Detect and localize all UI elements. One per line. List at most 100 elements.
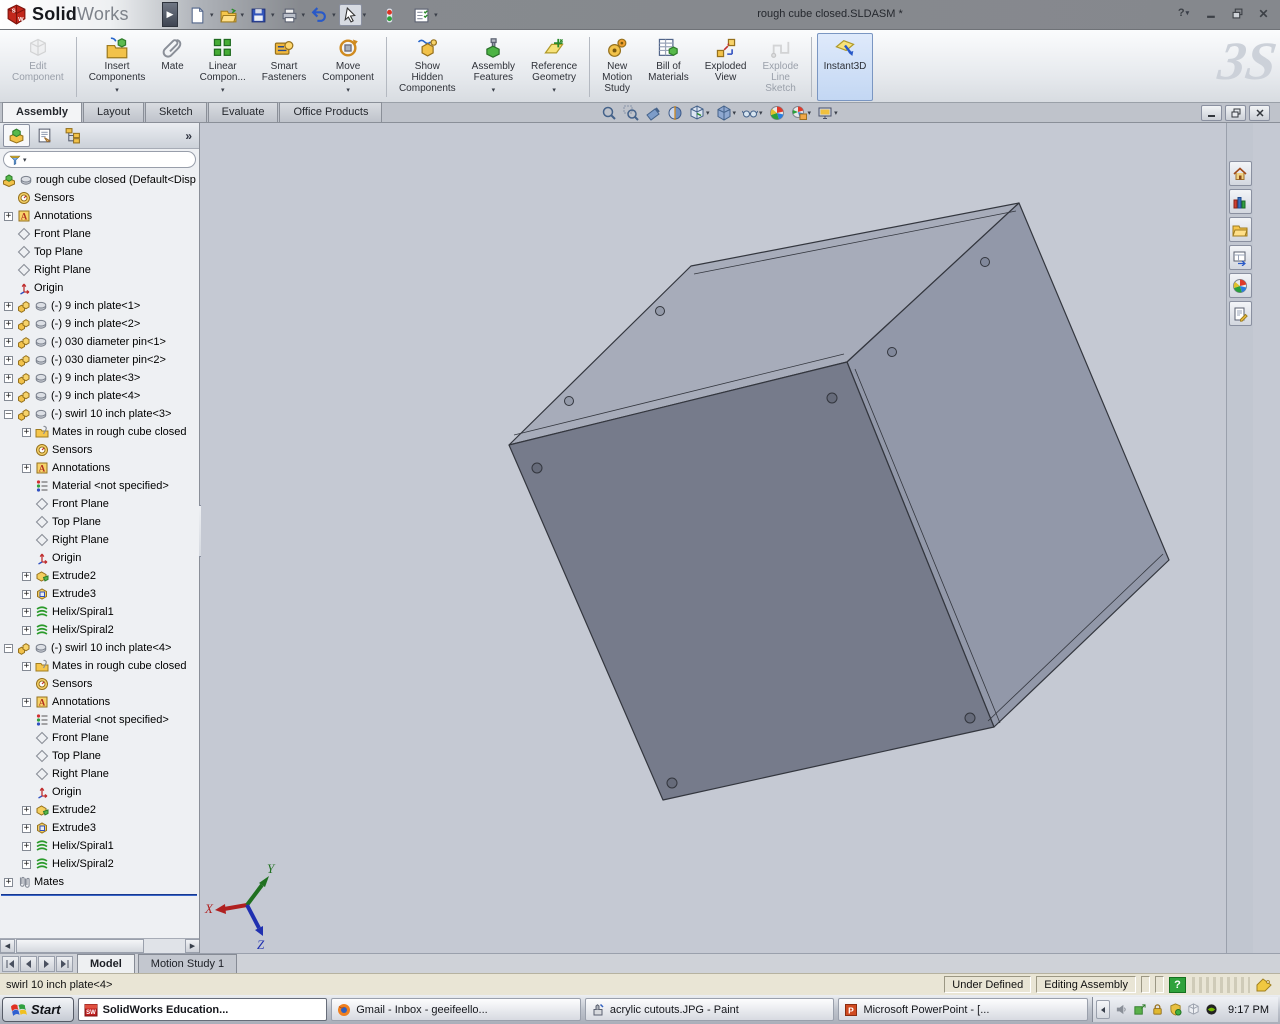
expand-box[interactable]: + <box>22 806 31 815</box>
filter-box[interactable]: ▾ <box>3 151 196 168</box>
tree-item[interactable]: –(-) swirl 10 inch plate<4> <box>0 639 199 657</box>
tree-item[interactable]: +(-) 9 inch plate<4> <box>0 387 199 405</box>
hide-show-items-button[interactable]: ▾ <box>739 104 766 122</box>
expand-box[interactable]: + <box>4 338 13 347</box>
design-checker-dropdown-caret[interactable]: ▾ <box>434 11 438 19</box>
new-motion-study-button[interactable]: NewMotionStudy <box>595 33 639 101</box>
doc-minimize-button[interactable] <box>1201 105 1222 121</box>
reference-geometry-dropdown-caret[interactable]: ▾ <box>552 85 556 96</box>
reference-geometry-button[interactable]: ReferenceGeometry▾ <box>524 33 584 101</box>
tree-item[interactable]: Origin <box>0 279 199 297</box>
property-manager-tab[interactable] <box>31 124 58 147</box>
expand-box[interactable]: + <box>22 824 31 833</box>
rollback-bar[interactable] <box>1 894 197 896</box>
tree-item[interactable]: +Extrude2 <box>0 801 199 819</box>
expand-box[interactable]: + <box>22 572 31 581</box>
cube-icon[interactable] <box>1187 1003 1200 1016</box>
expand-box[interactable]: + <box>22 698 31 707</box>
nvidia-icon[interactable] <box>1205 1003 1218 1016</box>
tree-item[interactable]: Top Plane <box>0 243 199 261</box>
tray-collapse-chevron[interactable] <box>1096 1000 1110 1019</box>
tab-office-products[interactable]: Office Products <box>279 102 382 122</box>
tab-model[interactable]: Model <box>77 954 135 973</box>
tree-item[interactable]: Sensors <box>0 675 199 693</box>
tree-item[interactable]: +Extrude3 <box>0 819 199 837</box>
doc-restore-button[interactable] <box>1225 105 1246 121</box>
panel-horizontal-scrollbar[interactable]: ◀ ▶ <box>0 938 200 953</box>
tree-item[interactable]: +Helix/Spiral2 <box>0 621 199 639</box>
expand-box[interactable]: + <box>22 590 31 599</box>
linear-pattern-button[interactable]: LinearCompon...▾ <box>193 33 253 101</box>
view-palette-tab-button[interactable] <box>1229 245 1252 270</box>
tree-item[interactable]: +Extrude2 <box>0 567 199 585</box>
collapse-box[interactable]: – <box>4 644 13 653</box>
move-component-dropdown-caret[interactable]: ▾ <box>346 85 350 96</box>
tree-item[interactable]: +Helix/Spiral1 <box>0 603 199 621</box>
taskbar-item-firefox[interactable]: Gmail - Inbox - geeifeello... <box>331 998 581 1021</box>
tree-item[interactable]: +Extrude3 <box>0 585 199 603</box>
scroll-thumb[interactable] <box>16 939 144 953</box>
tree-item[interactable]: Sensors <box>0 189 199 207</box>
tab-evaluate[interactable]: Evaluate <box>208 102 279 122</box>
tree-item[interactable]: Origin <box>0 783 199 801</box>
select-cursor-button[interactable] <box>339 4 362 26</box>
view-orientation-button[interactable]: ▾ <box>686 104 713 122</box>
solidworks-resources-tab-button[interactable] <box>1229 161 1252 186</box>
assembly-features-button[interactable]: AssemblyFeatures▾ <box>465 33 522 101</box>
save-dropdown-caret[interactable]: ▾ <box>271 11 275 19</box>
edit-appearance-button[interactable] <box>766 104 788 122</box>
filter-dropdown-caret[interactable]: ▾ <box>23 156 27 164</box>
scroll-right-arrow[interactable]: ▶ <box>185 939 200 953</box>
file-explorer-tab-button[interactable] <box>1229 217 1252 242</box>
zoom-to-area-button[interactable] <box>620 104 642 122</box>
tree-item[interactable]: Front Plane <box>0 729 199 747</box>
model-canvas[interactable]: X Y Z <box>201 123 1253 953</box>
move-component-button[interactable]: MoveComponent▾ <box>315 33 381 101</box>
expand-box[interactable]: + <box>22 608 31 617</box>
expand-box[interactable]: + <box>22 860 31 869</box>
section-view-button[interactable] <box>664 104 686 122</box>
expand-box[interactable]: + <box>22 842 31 851</box>
graphics-viewport[interactable]: X Y Z <box>201 123 1253 953</box>
expand-box[interactable]: + <box>4 392 13 401</box>
tree-item[interactable]: +(-) 030 diameter pin<1> <box>0 333 199 351</box>
view-orientation-dropdown-caret[interactable]: ▾ <box>706 109 710 117</box>
updates-icon[interactable] <box>1133 1003 1146 1016</box>
expand-box[interactable]: + <box>4 356 13 365</box>
new-document-dropdown-caret[interactable]: ▾ <box>210 11 214 19</box>
tree-item[interactable]: Front Plane <box>0 495 199 513</box>
print-dropdown-caret[interactable]: ▾ <box>302 11 306 19</box>
security-shield-icon[interactable] <box>1169 1003 1182 1016</box>
collapse-box[interactable]: – <box>4 410 13 419</box>
previous-sheet-button[interactable] <box>20 956 37 972</box>
configuration-manager-tab[interactable] <box>59 124 86 147</box>
exploded-view-button[interactable]: ExplodedView <box>698 33 754 101</box>
insert-components-button[interactable]: InsertComponents▾ <box>82 33 153 101</box>
minimize-button[interactable] <box>1202 5 1220 21</box>
apply-scene-dropdown-caret[interactable]: ▾ <box>808 109 812 117</box>
display-style-dropdown-caret[interactable]: ▾ <box>733 109 737 117</box>
tree-item[interactable]: +Mates <box>0 873 199 891</box>
tree-item[interactable]: +(-) 030 diameter pin<2> <box>0 351 199 369</box>
taskbar-item-powerpoint[interactable]: PMicrosoft PowerPoint - [... <box>838 998 1088 1021</box>
tree-item[interactable]: rough cube closed (Default<Disp <box>0 171 199 189</box>
zoom-to-fit-button[interactable] <box>598 104 620 122</box>
traffic-light-button[interactable] <box>378 4 401 26</box>
tree-item[interactable]: +AAnnotations <box>0 459 199 477</box>
tree-item[interactable]: Front Plane <box>0 225 199 243</box>
feature-manager-tree-tab[interactable] <box>3 124 30 147</box>
menu-expand-arrow[interactable]: ▶ <box>162 2 178 27</box>
expand-box[interactable]: + <box>4 878 13 887</box>
taskbar-item-solidworks[interactable]: SWSolidWorks Education... <box>78 998 328 1021</box>
expand-box[interactable]: + <box>22 626 31 635</box>
undo-dropdown-caret[interactable]: ▾ <box>332 11 336 19</box>
instant3d-button[interactable]: Instant3D <box>817 33 874 101</box>
print-button[interactable] <box>278 4 301 26</box>
tag-icon[interactable] <box>1256 978 1272 992</box>
select-cursor-dropdown-caret[interactable]: ▾ <box>363 11 367 19</box>
start-button[interactable]: Start <box>2 997 74 1022</box>
last-sheet-button[interactable] <box>56 956 73 972</box>
linear-pattern-dropdown-caret[interactable]: ▾ <box>221 85 225 96</box>
first-sheet-button[interactable] <box>2 956 19 972</box>
tree-item[interactable]: +Helix/Spiral2 <box>0 855 199 873</box>
